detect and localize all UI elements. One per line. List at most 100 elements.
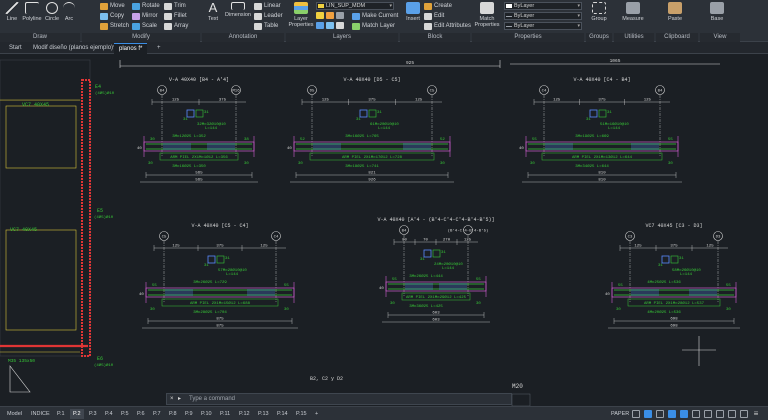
layer-dropdown[interactable]: LIN_SUP_MDM ▾ <box>316 2 394 10</box>
layer-tools-icons[interactable] <box>316 22 344 29</box>
text-icon: A <box>208 0 218 15</box>
cota-bottom-text: 698 <box>670 318 678 322</box>
grid-icon[interactable] <box>632 410 640 418</box>
command-history-icon[interactable]: ▸ <box>178 394 181 404</box>
copy-icon <box>100 12 108 20</box>
lineweight-icon[interactable] <box>692 410 700 418</box>
customize-icon[interactable]: ≡ <box>752 410 760 418</box>
osnap-icon[interactable] <box>680 410 688 418</box>
layout-tab-indice[interactable]: INDICE <box>28 409 53 419</box>
create-block-button[interactable]: Create <box>424 2 452 10</box>
paste-button[interactable]: Paste <box>662 2 688 32</box>
match-properties-button[interactable]: Match Properties <box>474 2 500 32</box>
ortho-icon[interactable] <box>656 410 664 418</box>
layout-tab-p-3[interactable]: P.3 <box>86 409 100 419</box>
lineweight-dropdown[interactable]: ByLayer ▾ <box>504 12 582 20</box>
cota-side-text: 30 <box>148 162 153 166</box>
arc-tool[interactable]: Arc <box>61 2 77 32</box>
fillet-tool[interactable]: Fillet <box>164 12 187 20</box>
layer-properties-button[interactable]: Layer Properties <box>288 2 314 32</box>
measure-button[interactable]: Measure <box>618 2 648 32</box>
rebar-bottom-label: 3Mc28Ø25 L=704 <box>193 310 227 315</box>
text-tool[interactable]: A Text <box>204 0 222 32</box>
workspace-icon[interactable] <box>716 410 724 418</box>
layout-tab-p-12[interactable]: P.12 <box>236 409 253 419</box>
tab-start[interactable]: Start <box>4 43 27 54</box>
line-tool[interactable]: Line <box>2 2 22 32</box>
layout-tab-p-5[interactable]: P.5 <box>118 409 132 419</box>
snap-icon[interactable] <box>644 410 652 418</box>
cota-side-text: 30 <box>150 308 155 312</box>
ribbon: Line Polyline Circle Arc Draw Move Rotat… <box>0 0 768 42</box>
edit-attributes-icon <box>424 22 432 30</box>
color-dropdown[interactable]: ByLayer ▾ <box>504 2 582 10</box>
dimension-tool[interactable]: Dimension <box>223 2 253 32</box>
edit-block-button[interactable]: Edit <box>424 12 444 20</box>
dimension-icon <box>231 2 245 10</box>
cota-side-text: 55 <box>726 284 731 288</box>
stirrup-length: L=144 <box>205 127 218 131</box>
close-icon[interactable]: × <box>170 394 174 404</box>
base-button[interactable]: Base <box>704 2 730 32</box>
stirrup-count: 31 <box>356 118 361 122</box>
layout-tab-p-8[interactable]: P.8 <box>166 409 180 419</box>
tab-modif-diseno[interactable]: Modif diseño (planos ejemplo)* <box>28 43 120 54</box>
fullscreen-icon[interactable] <box>740 410 748 418</box>
plan-label: (4Ø5)Ø10 <box>94 215 114 220</box>
drawing-canvas[interactable]: E4 (4Ø5)Ø10 VC7 40X45 E5 (4Ø5)Ø10 VC7 40X45 E6… <box>0 54 768 406</box>
trim-icon <box>164 2 172 10</box>
stretch-tool[interactable]: Stretch <box>100 22 129 30</box>
make-current-button[interactable]: Make Current <box>352 12 398 20</box>
insert-button[interactable]: Insert <box>402 2 424 32</box>
isolate-objects-icon[interactable] <box>728 410 736 418</box>
array-tool[interactable]: Array <box>164 22 188 30</box>
layout-tab-p-11[interactable]: P.11 <box>217 409 233 419</box>
match-layer-button[interactable]: Match Layer <box>352 22 395 30</box>
layout-tab--[interactable]: + <box>312 409 321 419</box>
stirrup-count: 31 <box>658 264 663 268</box>
layout-tab-p-1[interactable]: P.1 <box>54 409 68 419</box>
layout-tab-p-10[interactable]: P.10 <box>198 409 215 419</box>
layout-tab-p-14[interactable]: P.14 <box>274 409 291 419</box>
layout-tab-p-6[interactable]: P.6 <box>134 409 148 419</box>
trim-tool[interactable]: Trim <box>164 2 186 10</box>
group-button[interactable]: Group <box>587 2 611 32</box>
mirror-tool[interactable]: Mirror <box>132 12 158 20</box>
cota-top-text: 125 <box>172 99 180 103</box>
command-input[interactable]: Type a command <box>189 396 235 402</box>
new-tab-button[interactable]: + <box>152 43 166 54</box>
annotation-scale-icon[interactable] <box>704 410 712 418</box>
tab-planos-f[interactable]: planos f* <box>114 43 148 54</box>
layer-state-icons[interactable] <box>316 12 344 19</box>
table-tool[interactable]: Table <box>254 22 278 30</box>
layout-tab-p-15[interactable]: P.15 <box>293 409 310 419</box>
off-icon <box>336 22 344 29</box>
layout-tab-p-7[interactable]: P.7 <box>150 409 164 419</box>
copy-tool[interactable]: Copy <box>100 12 124 20</box>
rotate-tool[interactable]: Rotate <box>132 2 160 10</box>
layout-tab-p-13[interactable]: P.13 <box>255 409 272 419</box>
move-tool[interactable]: Move <box>100 2 125 10</box>
cota-total-text: 698 <box>670 325 678 329</box>
top-dimension-text: 1065 <box>610 58 621 64</box>
leader-tool[interactable]: Leader <box>254 12 283 20</box>
linetype-dropdown[interactable]: ByLayer ▾ <box>504 22 582 30</box>
command-line[interactable]: × ▸ Type a command <box>166 393 512 405</box>
freeze-icon <box>326 22 334 29</box>
axis-label: C4 <box>274 236 279 240</box>
chevron-down-icon: ▾ <box>577 23 580 29</box>
layout-tab-p-9[interactable]: P.9 <box>182 409 196 419</box>
edit-attributes-button[interactable]: Edit Attributes <box>424 22 471 30</box>
circle-tool[interactable]: Circle <box>43 2 61 32</box>
polyline-tool[interactable]: Polyline <box>21 2 43 32</box>
space-indicator[interactable]: PAPER <box>608 409 632 419</box>
block-group-title: Block <box>400 33 470 42</box>
scale-tool[interactable]: Scale <box>132 22 157 30</box>
drawing-svg[interactable]: E4(4Ø5)Ø10VC7 40X45E5(4Ø5)Ø10VC7 40X45E6… <box>0 54 768 406</box>
polar-icon[interactable] <box>668 410 676 418</box>
linear-tool[interactable]: Linear <box>254 2 281 10</box>
layout-tab-p-4[interactable]: P.4 <box>102 409 116 419</box>
array-icon <box>164 22 172 30</box>
layout-tab-model[interactable]: Model <box>4 409 25 419</box>
layout-tab-p-2[interactable]: P.2 <box>70 409 84 419</box>
